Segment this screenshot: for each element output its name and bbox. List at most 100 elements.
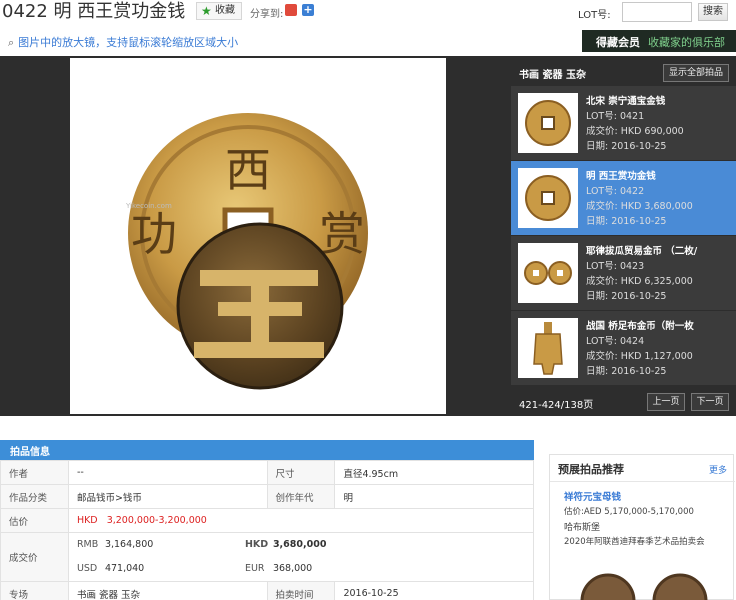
era-value: 明 <box>334 484 534 509</box>
next-page-button[interactable]: 下一页 <box>691 393 729 411</box>
svg-text:功: 功 <box>131 207 177 261</box>
prev-page-button[interactable]: 上一页 <box>647 393 685 411</box>
lot-name: 明 西王赏功金钱 <box>586 171 656 182</box>
size-value: 直径4.95cm <box>334 460 534 485</box>
lot-number: LOT号: 0424 <box>586 336 645 347</box>
page-count: 421-424/138页 <box>519 400 594 411</box>
lot-info: 战国 桥足布金币（附一枚 LOT号: 0424 成交价: HKD 1,127,0… <box>586 319 731 379</box>
session-value: 书画 瓷器 玉杂 <box>67 581 268 600</box>
lot-name: 战国 桥足布金币（附一枚 <box>586 321 694 332</box>
lot-item-0421[interactable]: 北宋 崇宁通宝金钱 LOT号: 0421 成交价: HKD 690,000 日期… <box>511 86 736 161</box>
lot-list: 北宋 崇宁通宝金钱 LOT号: 0421 成交价: HKD 690,000 日期… <box>511 86 736 386</box>
weibo-share-icon[interactable] <box>285 4 297 16</box>
star-icon: ★ <box>201 4 212 18</box>
lot-item-0422[interactable]: 明 西王赏功金钱 LOT号: 0422 成交价: HKD 3,680,000 日… <box>511 161 736 236</box>
lot-info: 耶律拔瓜贸易金币 （二枚/ LOT号: 0423 成交价: HKD 6,325,… <box>586 244 731 304</box>
usd-key: USD <box>76 563 98 574</box>
lot-date: 日期: 2016-10-25 <box>586 216 667 227</box>
zoom-tip: ⌕ 图片中的放大镜，支持鼠标滚轮缩放区域大小 <box>8 34 238 50</box>
club-banner[interactable]: 得藏会员 收藏家的俱乐部 <box>582 30 736 52</box>
coin-image: 西 赏 功 Yikecoin.com <box>125 113 368 390</box>
lot-search-input[interactable] <box>622 2 692 22</box>
lot-number: LOT号: 0421 <box>586 111 645 122</box>
club-secondary: 收藏家的俱乐部 <box>648 36 725 49</box>
recommend-estimate: 估价:AED 5,170,000-5,170,000 <box>564 507 694 517</box>
estimate-value: HKD 3,200,000-3,200,000 <box>67 508 535 533</box>
recommend-title: 预展拍品推荐 <box>558 463 624 476</box>
lot-item-0423[interactable]: 耶律拔瓜贸易金币 （二枚/ LOT号: 0423 成交价: HKD 6,325,… <box>511 236 736 311</box>
lot-info-table: 作者 -- 尺寸 直径4.95cm 作品分类 邮品钱币>钱币 创作年代 明 估价… <box>0 460 535 600</box>
lot-thumbnail <box>518 93 578 153</box>
table-row: 成交价 RMB 3,164,800 HKD 3,680,000 USD 471,040 E… <box>0 532 535 582</box>
rmb-key: RMB <box>76 539 99 550</box>
era-key: 创作年代 <box>266 484 336 509</box>
hkd-value: 3,680,000 <box>272 539 327 550</box>
svg-text:西: 西 <box>225 143 271 197</box>
image-viewer: 西 赏 功 Yikecoin.com 书画 瓷器 玉杂 显示全部拍品 北宋 崇宁… <box>0 56 736 416</box>
hkd-key: HKD <box>244 539 269 550</box>
lot-info: 明 西王赏功金钱 LOT号: 0422 成交价: HKD 3,680,000 日… <box>586 169 731 229</box>
favorite-label: 收藏 <box>215 5 235 16</box>
share-label: 分享到: <box>250 9 284 20</box>
header: 0422 明 西王赏功金钱 ★ 收藏 分享到: + LOT号: 搜索 <box>0 0 736 28</box>
favorite-button[interactable]: ★ 收藏 <box>196 2 242 20</box>
rmb-value: 3,164,800 <box>104 539 154 550</box>
lot-name: 北宋 崇宁通宝金钱 <box>586 96 666 107</box>
price-values: RMB 3,164,800 HKD 3,680,000 USD 471,040 EUR 36… <box>67 532 535 582</box>
info-heading-text: 拍品信息 <box>10 447 50 458</box>
recommend-item-name[interactable]: 祥符元宝母钱 <box>564 489 621 503</box>
lot-date: 日期: 2016-10-25 <box>586 291 667 302</box>
author-value: -- <box>67 460 268 485</box>
info-heading: 拍品信息 <box>0 440 534 460</box>
show-all-button[interactable]: 显示全部拍品 <box>663 64 729 82</box>
estimate-range: 3,200,000-3,200,000 <box>106 515 207 526</box>
lot-main-image[interactable]: 西 赏 功 Yikecoin.com <box>70 58 446 414</box>
page-title: 0422 明 西王赏功金钱 <box>2 1 186 22</box>
category-key: 作品分类 <box>0 484 69 509</box>
more-share-icon[interactable]: + <box>302 4 314 16</box>
recommend-image[interactable] <box>580 553 720 600</box>
author-key: 作者 <box>0 460 69 485</box>
estimate-key: 估价 <box>0 508 69 533</box>
lot-list-panel: 书画 瓷器 玉杂 显示全部拍品 北宋 崇宁通宝金钱 LOT号: 0421 成交价… <box>511 56 736 416</box>
lot-price: 成交价: HKD 1,127,000 <box>586 351 693 362</box>
lot-name: 耶律拔瓜贸易金币 （二枚/ <box>586 246 698 257</box>
lot-price: 成交价: HKD 6,325,000 <box>586 276 693 287</box>
lot-price: 成交价: HKD 3,680,000 <box>586 201 693 212</box>
recommend-sale[interactable]: 2020年阿联酋迪拜春季艺术品拍卖会 <box>564 535 705 547</box>
panel-header: 书画 瓷器 玉杂 显示全部拍品 <box>511 62 736 84</box>
svg-text:赏: 赏 <box>319 207 365 261</box>
recommend-more-link[interactable]: 更多 <box>709 463 727 476</box>
table-row: 作品分类 邮品钱币>钱币 创作年代 明 <box>0 484 534 509</box>
lot-number: LOT号: 0422 <box>586 186 645 197</box>
table-row: 作者 -- 尺寸 直径4.95cm <box>0 460 534 485</box>
divider <box>550 481 735 482</box>
lot-info: 北宋 崇宁通宝金钱 LOT号: 0421 成交价: HKD 690,000 日期… <box>586 94 731 154</box>
time-value: 2016-10-25 <box>334 581 534 600</box>
usd-value: 471,040 <box>104 563 145 574</box>
image-watermark: Yikecoin.com <box>125 202 172 210</box>
lot-date: 日期: 2016-10-25 <box>586 366 667 377</box>
eur-key: EUR <box>244 563 265 574</box>
lot-search-label: LOT号: <box>578 10 611 21</box>
lot-price: 成交价: HKD 690,000 <box>586 126 684 137</box>
price-key: 成交价 <box>0 532 69 582</box>
session-key: 专场 <box>0 581 69 600</box>
lot-date: 日期: 2016-10-25 <box>586 141 667 152</box>
eur-value: 368,000 <box>272 563 313 574</box>
lot-thumbnail <box>518 243 578 303</box>
estimate-currency: HKD <box>76 515 98 526</box>
zoom-tip-text[interactable]: 图片中的放大镜，支持鼠标滚轮缩放区域大小 <box>18 36 238 49</box>
search-button[interactable]: 搜索 <box>698 3 728 21</box>
time-key: 拍卖时间 <box>266 581 336 600</box>
lot-thumbnail <box>518 168 578 228</box>
lot-item-0424[interactable]: 战国 桥足布金币（附一枚 LOT号: 0424 成交价: HKD 1,127,0… <box>511 311 736 386</box>
pager: 421-424/138页 上一页 下一页 <box>511 390 736 414</box>
recommend-house[interactable]: 哈布斯堡 <box>564 520 600 533</box>
size-key: 尺寸 <box>266 460 336 485</box>
panel-category: 书画 瓷器 玉杂 <box>519 70 586 81</box>
club-primary: 得藏会员 <box>596 36 640 49</box>
table-row: 专场 书画 瓷器 玉杂 拍卖时间 2016-10-25 <box>0 581 534 600</box>
lot-number: LOT号: 0423 <box>586 261 645 272</box>
auction-lot-page: 0422 明 西王赏功金钱 ★ 收藏 分享到: + LOT号: 搜索 ⌕ 图片中的… <box>0 0 736 600</box>
